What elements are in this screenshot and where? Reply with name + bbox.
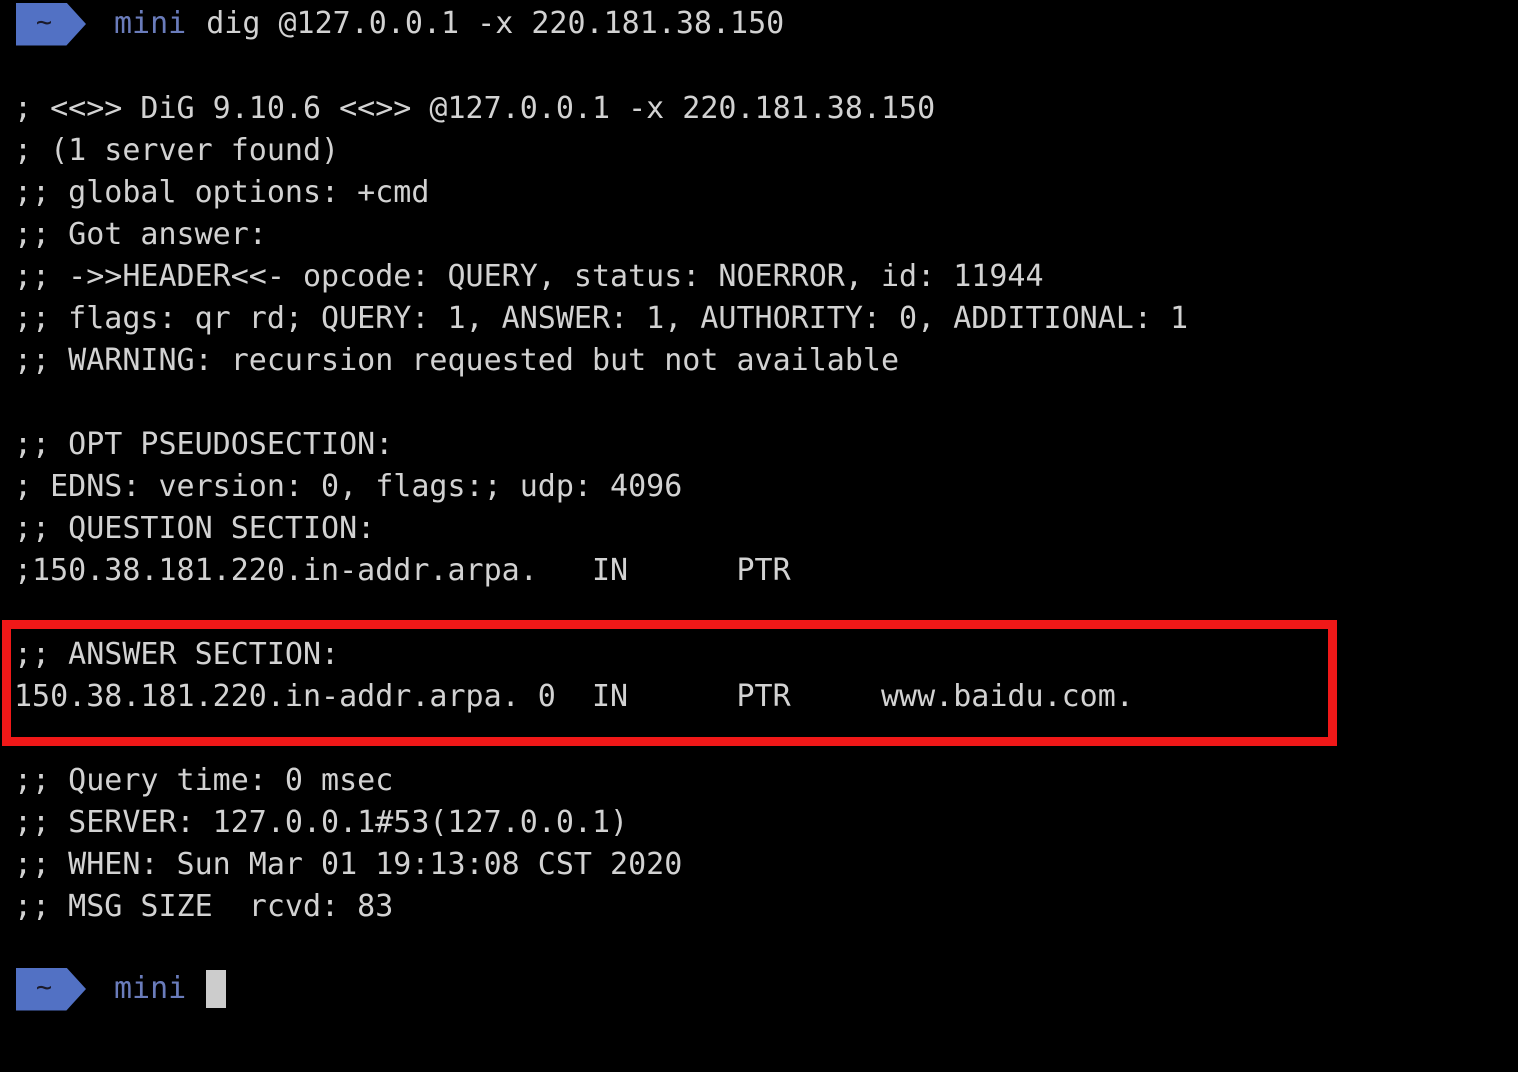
output-line-opt-pseudosection: ;; OPT PSEUDOSECTION: bbox=[14, 427, 394, 462]
command-input-top[interactable]: dig @127.0.0.1 -x 220.181.38.150 bbox=[206, 3, 784, 45]
home-tilde-label: ~ bbox=[35, 971, 53, 1003]
text-cursor[interactable] bbox=[206, 970, 227, 1008]
prompt-path-chip: ~ bbox=[16, 2, 86, 46]
output-line-msg-size: ;; MSG SIZE rcvd: 83 bbox=[14, 889, 394, 924]
output-line-answer-section: ;; ANSWER SECTION: bbox=[14, 637, 340, 672]
output-line-dig-version: ; <<>> DiG 9.10.6 <<>> @127.0.0.1 -x 220… bbox=[14, 91, 936, 126]
output-line-header: ;; ->>HEADER<<- opcode: QUERY, status: N… bbox=[14, 259, 1044, 294]
output-line-global-options: ;; global options: +cmd bbox=[14, 175, 430, 210]
output-line-question-section: ;; QUESTION SECTION: bbox=[14, 511, 376, 546]
output-line-answer-record: 150.38.181.220.in-addr.arpa. 0 IN PTR ww… bbox=[14, 679, 1134, 714]
output-line-flags: ;; flags: qr rd; QUERY: 1, ANSWER: 1, AU… bbox=[14, 301, 1188, 336]
output-line-edns: ; EDNS: version: 0, flags:; udp: 4096 bbox=[14, 469, 683, 504]
output-line-server-found: ; (1 server found) bbox=[14, 133, 340, 168]
prompt-path-chip-bottom: ~ bbox=[16, 967, 86, 1011]
prompt-line-bottom: ~ mini bbox=[0, 966, 227, 1012]
output-line-got-answer: ;; Got answer: bbox=[14, 217, 267, 252]
output-line-question-record: ;150.38.181.220.in-addr.arpa. IN PTR bbox=[14, 553, 791, 588]
output-line-warning: ;; WARNING: recursion requested but not … bbox=[14, 343, 900, 378]
prompt-line-top: ~ mini dig @127.0.0.1 -x 220.181.38.150 bbox=[0, 1, 784, 47]
prompt-host-label: mini bbox=[114, 6, 187, 41]
prompt-host-label-bottom: mini bbox=[114, 971, 187, 1006]
home-tilde-label: ~ bbox=[35, 6, 53, 38]
output-line-when: ;; WHEN: Sun Mar 01 19:13:08 CST 2020 bbox=[14, 847, 683, 882]
output-line-query-time: ;; Query time: 0 msec bbox=[14, 763, 394, 798]
terminal-window: ~ mini dig @127.0.0.1 -x 220.181.38.150 … bbox=[0, 0, 1518, 1072]
output-line-server: ;; SERVER: 127.0.0.1#53(127.0.0.1) bbox=[14, 805, 629, 840]
